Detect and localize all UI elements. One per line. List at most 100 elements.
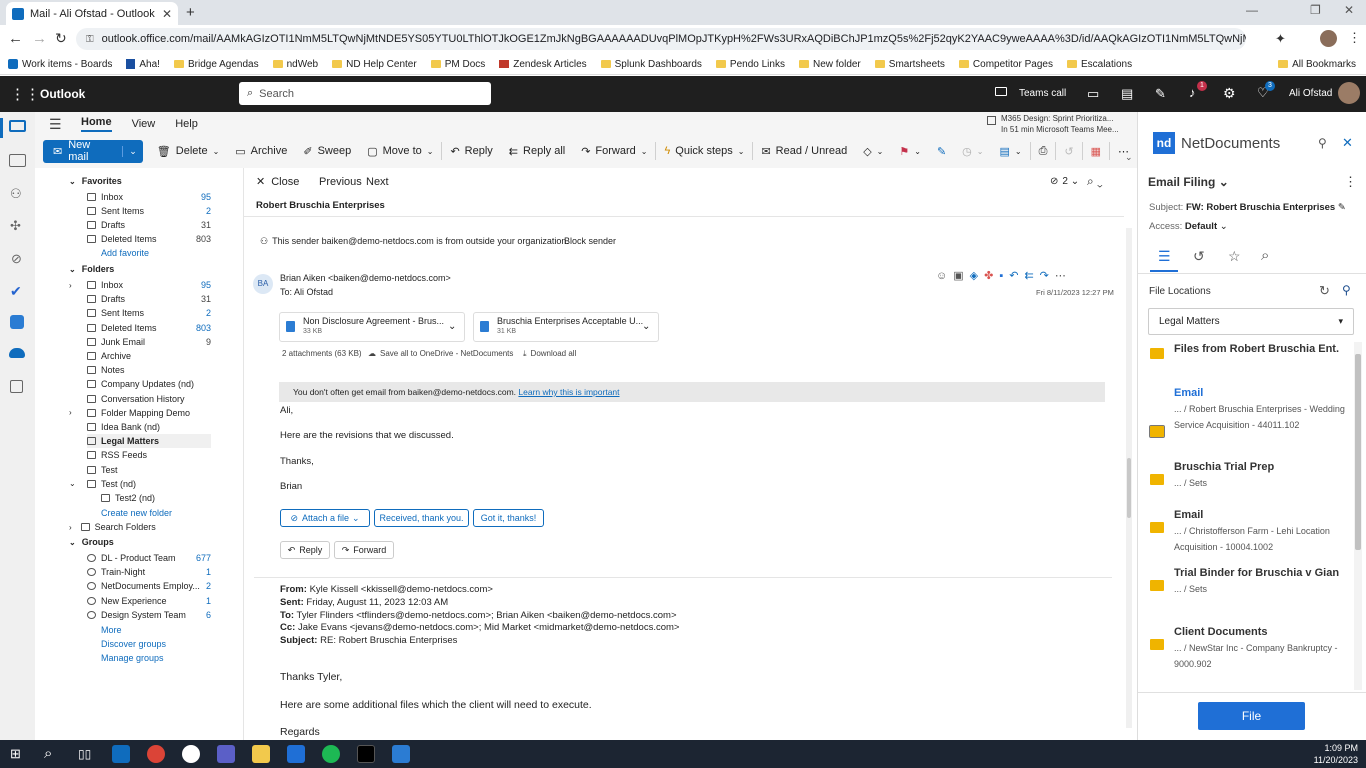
- tab-view[interactable]: View: [132, 118, 156, 130]
- clock[interactable]: 1:09 PM 11/20/2023: [1306, 742, 1358, 766]
- pin-icon[interactable]: ⚲: [1318, 136, 1327, 150]
- netdocuments-addin-icon[interactable]: ▪: [999, 270, 1009, 282]
- group-item[interactable]: NetDocuments Employ... 2: [87, 579, 211, 593]
- bookmark-item[interactable]: Smartsheets: [874, 59, 945, 70]
- move-to-button[interactable]: ▢ Move to ⌄: [359, 140, 441, 162]
- thread-count[interactable]: ⊘ 2 ⌄: [1050, 176, 1079, 187]
- next-button[interactable]: Next: [366, 176, 389, 188]
- todo-icon[interactable]: ✔: [10, 283, 27, 300]
- group-item[interactable]: Design System Team 6: [87, 608, 211, 622]
- groups-icon[interactable]: ✣: [10, 218, 27, 235]
- emoji-icon[interactable]: ☺: [936, 270, 953, 282]
- folder-item[interactable]: Junk Email 9: [87, 335, 211, 349]
- chevron-down-icon[interactable]: ⌄: [642, 321, 650, 332]
- delete-button[interactable]: 🗑 Delete ⌄: [149, 140, 227, 162]
- teams-icon[interactable]: ▤: [1121, 86, 1133, 102]
- folder-item[interactable]: Sent Items 2: [87, 204, 211, 218]
- file-explorer-icon[interactable]: [252, 745, 270, 763]
- download-all-link[interactable]: ⤓ Download all: [523, 349, 576, 359]
- email-filing-title[interactable]: Email Filing ⌄: [1148, 175, 1229, 189]
- bell-icon[interactable]: ♪: [1189, 85, 1196, 100]
- attachment-card[interactable]: Non Disclosure Agreement - Brus... 33 KB…: [279, 312, 465, 342]
- bookmark-item[interactable]: Competitor Pages: [958, 59, 1053, 70]
- more-vertical-icon[interactable]: ⋮: [1344, 174, 1357, 190]
- chrome-icon[interactable]: [147, 745, 165, 763]
- spotify-icon[interactable]: [322, 745, 340, 763]
- rules-button[interactable]: ▤ ⌄: [991, 140, 1029, 162]
- block-sender-link[interactable]: Block sender: [564, 236, 616, 246]
- bookmark-item[interactable]: New folder: [798, 59, 861, 70]
- new-mail-button[interactable]: ✉ New mail ⌄: [43, 139, 143, 163]
- add-favorite-link[interactable]: Add favorite: [101, 246, 243, 260]
- attachment-card[interactable]: Bruschia Enterprises Acceptable U... 31 …: [473, 312, 659, 342]
- previous-button[interactable]: Previous: [319, 176, 362, 188]
- search-icon[interactable]: ⌕: [44, 745, 62, 763]
- folder-item[interactable]: Drafts 31: [87, 218, 211, 232]
- window-close-icon[interactable]: ✕: [1344, 3, 1354, 17]
- quick-steps-button[interactable]: ϟ Quick steps ⌄: [656, 140, 752, 162]
- folders-header[interactable]: ⌄ Folders: [69, 262, 243, 276]
- snooze-button[interactable]: ◷ ⌄: [954, 140, 991, 162]
- onedrive-icon[interactable]: [9, 348, 25, 358]
- archive-button[interactable]: ▭ Archive: [227, 140, 295, 162]
- extensions-icon[interactable]: ✦: [1275, 31, 1286, 47]
- tasks-icon[interactable]: ✎: [1155, 86, 1166, 102]
- browser-tab[interactable]: Mail - Ali Ofstad - Outlook ✕: [6, 2, 178, 25]
- more-groups-link[interactable]: More: [101, 623, 243, 637]
- read-unread-button[interactable]: ✉ Read / Unread: [753, 140, 855, 162]
- print-button[interactable]: ⎙: [1031, 140, 1056, 162]
- suggested-reply[interactable]: Got it, thanks!: [473, 509, 544, 527]
- restore-icon[interactable]: ❐: [1310, 3, 1321, 17]
- folder-item[interactable]: Deleted Items 803: [87, 321, 211, 335]
- bookmark-item[interactable]: Bridge Agendas: [173, 59, 259, 70]
- bookmark-item[interactable]: PM Docs: [430, 59, 485, 70]
- folder-item[interactable]: Test2 (nd): [101, 491, 211, 505]
- group-item[interactable]: New Experience 1: [87, 594, 211, 608]
- pin-button[interactable]: ✎: [929, 140, 954, 162]
- reply-button[interactable]: ↶ Reply: [280, 541, 330, 559]
- app-icon[interactable]: ▣: [953, 270, 969, 282]
- profile-avatar[interactable]: [1320, 30, 1337, 47]
- folder-item[interactable]: › Inbox 95: [69, 278, 211, 292]
- forward-icon[interactable]: →: [32, 30, 47, 47]
- sender-avatar[interactable]: BA: [253, 274, 273, 294]
- chevron-down-icon[interactable]: ⌄: [448, 321, 456, 332]
- menu-icon[interactable]: ⋮: [1348, 30, 1361, 46]
- suggested-attach-file[interactable]: ⊘ Attach a file ⌄: [280, 509, 370, 527]
- reply-all-icon[interactable]: ⇇: [1024, 270, 1039, 282]
- search-box[interactable]: ⌕ Search: [239, 82, 491, 105]
- discover-groups-link[interactable]: Discover groups: [101, 637, 243, 651]
- file-location-item[interactable]: Email ... / Christofferson Farm - Lehi Lo…: [1150, 508, 1350, 555]
- access-row[interactable]: Access: Default ⌄: [1149, 221, 1228, 232]
- teams-call-button[interactable]: Teams call: [1019, 88, 1066, 99]
- user-name[interactable]: Ali Ofstad: [1289, 88, 1332, 99]
- minimize-icon[interactable]: —: [1246, 3, 1258, 17]
- word-taskbar-icon[interactable]: [392, 745, 410, 763]
- create-new-folder-link[interactable]: Create new folder: [101, 506, 243, 520]
- bookmark-item[interactable]: Aha!: [126, 59, 160, 70]
- sender[interactable]: Brian Aiken <baiken@demo-netdocs.com>: [280, 273, 451, 283]
- list-view-icon[interactable]: ☰: [1158, 248, 1171, 265]
- folder-item[interactable]: Test: [87, 463, 211, 477]
- message-actions[interactable]: ☺▣◈✤▪↶⇇↷⋯: [936, 269, 1072, 282]
- bookmark-item[interactable]: Escalations: [1066, 59, 1132, 70]
- groups-header[interactable]: ⌄ Groups: [69, 535, 243, 549]
- folder-item[interactable]: Deleted Items 803: [87, 232, 211, 246]
- learn-why-link[interactable]: Learn why this is important: [518, 387, 619, 397]
- folder-item[interactable]: Company Updates (nd): [87, 377, 211, 391]
- bookmark-item[interactable]: Pendo Links: [715, 59, 785, 70]
- all-bookmarks[interactable]: All Bookmarks: [1278, 59, 1356, 70]
- scrollbar[interactable]: [1354, 342, 1362, 690]
- edit-icon[interactable]: ✎: [1338, 202, 1346, 213]
- back-icon[interactable]: ←: [8, 30, 23, 47]
- outlook-taskbar-icon[interactable]: [112, 745, 130, 763]
- forward-icon[interactable]: ↷: [1040, 270, 1055, 282]
- folder-item[interactable]: Notes: [87, 363, 211, 377]
- folder-item[interactable]: Sent Items 2: [87, 306, 211, 320]
- app-launcher-icon[interactable]: ⋮⋮: [10, 85, 40, 103]
- save-all-onedrive-link[interactable]: ☁ Save all to OneDrive - NetDocuments: [368, 349, 513, 358]
- url-field[interactable]: ⚿ outlook.office.com/mail/AAMkAGIzOTI1Nm…: [76, 28, 1246, 50]
- folder-item[interactable]: › Folder Mapping Demo: [69, 406, 211, 420]
- close-tab-icon[interactable]: ✕: [162, 7, 172, 21]
- apps-button[interactable]: ▦: [1083, 140, 1109, 162]
